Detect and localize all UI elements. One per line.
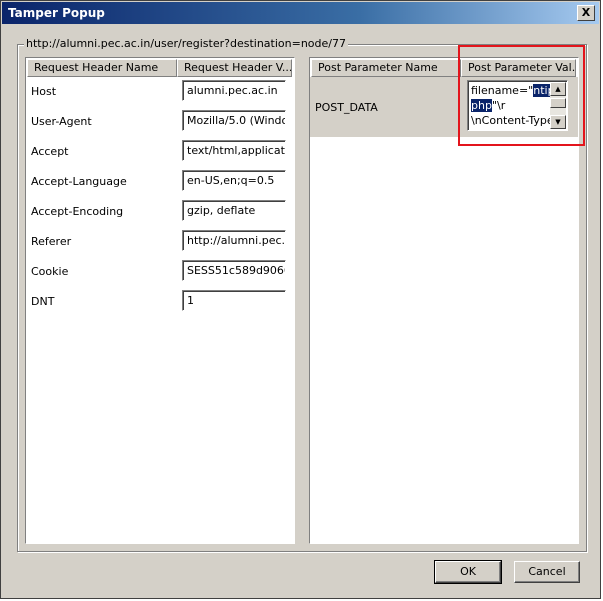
- red-annotation-box: [458, 45, 585, 146]
- header-value-cookie-input[interactable]: SESS51c589d90669: [182, 260, 286, 281]
- header-name-user-agent: User-Agent: [31, 115, 92, 128]
- column-header-request-value[interactable]: Request Header V...: [177, 59, 292, 77]
- panel-splitter[interactable]: [298, 57, 306, 544]
- column-header-request-name[interactable]: Request Header Name: [27, 59, 177, 77]
- header-value-accept-input[interactable]: text/html,applicatio: [182, 140, 286, 161]
- header-name-accept-encoding: Accept-Encoding: [31, 205, 124, 218]
- cancel-button[interactable]: Cancel: [514, 561, 580, 583]
- title-bar[interactable]: Tamper Popup X: [2, 2, 599, 24]
- header-name-referer: Referer: [31, 235, 72, 248]
- header-value-accept-language-input[interactable]: en-US,en;q=0.5: [182, 170, 286, 191]
- ok-button[interactable]: OK: [434, 560, 502, 584]
- header-value-referer-input[interactable]: http://alumni.pec.a: [182, 230, 286, 251]
- header-value-accept-encoding-input[interactable]: gzip, deflate: [182, 200, 286, 221]
- post-param-name: POST_DATA: [315, 101, 378, 114]
- column-header-post-name[interactable]: Post Parameter Name: [311, 59, 461, 77]
- header-name-accept: Accept: [31, 145, 69, 158]
- header-name-host: Host: [31, 85, 57, 98]
- request-url-label: http://alumni.pec.ac.in/user/register?de…: [24, 37, 348, 50]
- header-name-dnt: DNT: [31, 295, 55, 308]
- header-value-dnt-input[interactable]: 1: [182, 290, 286, 311]
- header-name-cookie: Cookie: [31, 265, 69, 278]
- close-button[interactable]: X: [577, 5, 595, 21]
- header-name-accept-language: Accept-Language: [31, 175, 127, 188]
- header-value-user-agent-input[interactable]: Mozilla/5.0 (Window: [182, 110, 286, 131]
- window-title: Tamper Popup: [8, 6, 105, 20]
- header-value-host-input[interactable]: alumni.pec.ac.in: [182, 80, 286, 101]
- request-headers-table: Request Header Name Request Header V... …: [25, 57, 295, 544]
